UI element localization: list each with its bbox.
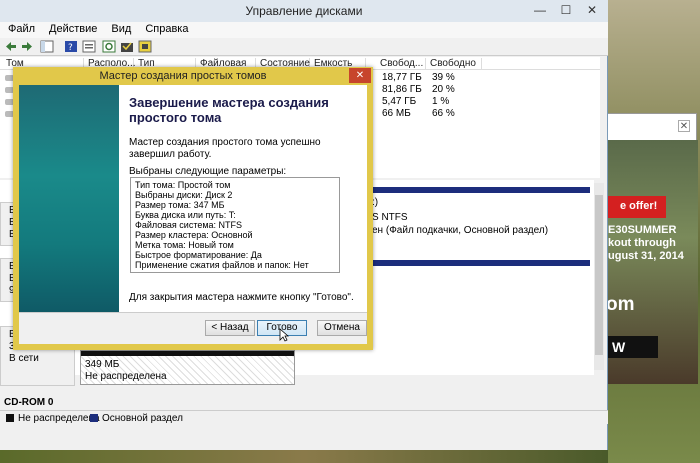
legend-label: Основной раздел (102, 413, 183, 424)
titlebar: Управление дисками — ☐ ✕ (0, 0, 608, 22)
partition-bar (368, 187, 590, 193)
wizard-success-text: Мастер создания простого тома успешно за… (129, 137, 321, 160)
ad-code-line: kout through (608, 237, 676, 249)
cancel-button[interactable]: Отмена (317, 320, 367, 336)
column-header-free[interactable]: Свобод... (380, 58, 426, 70)
unallocated-size: 349 МБ (85, 359, 120, 370)
wizard-finish-text: Для закрытия мастера нажмите кнопку "Гот… (129, 292, 354, 303)
free-cell: 66 МБ (382, 108, 411, 119)
close-button[interactable]: ✕ (580, 0, 604, 20)
settings-icon[interactable] (138, 40, 152, 53)
wizard-side-banner (19, 85, 119, 312)
disk-status: В сети (9, 353, 39, 364)
ad-domain: om (606, 294, 635, 315)
partition-text: S NTFS (372, 212, 408, 223)
ad-button[interactable]: W (606, 336, 658, 358)
free-percent-cell: 20 % (432, 84, 455, 95)
properties-icon[interactable] (82, 40, 96, 53)
free-cell: 81,86 ГБ (382, 84, 422, 95)
minimize-button[interactable]: — (528, 0, 552, 20)
ad-code-line: ugust 31, 2014 (608, 250, 684, 262)
free-percent-cell: 66 % (432, 108, 455, 119)
menu-item-help[interactable]: Справка (137, 22, 194, 35)
back-button[interactable]: < Назад (205, 320, 255, 336)
unallocated-region[interactable]: 349 МБ Не распределена (80, 350, 295, 385)
toolbar: ? (0, 38, 608, 56)
unallocated-label: Не распределена (85, 371, 167, 382)
maximize-button[interactable]: ☐ (554, 0, 578, 20)
ad-close-icon[interactable]: ✕ (678, 120, 690, 132)
free-percent-cell: 39 % (432, 72, 455, 83)
taskbar-strip (0, 450, 608, 463)
scrollbar-thumb[interactable] (595, 195, 603, 355)
forward-arrow-icon[interactable] (20, 40, 34, 53)
help-icon[interactable]: ? (64, 40, 78, 53)
console-tree-icon[interactable] (40, 40, 54, 53)
vertical-scrollbar[interactable] (594, 183, 604, 370)
legend-swatch-unallocated (6, 414, 14, 422)
free-cell: 18,77 ГБ (382, 72, 422, 83)
free-cell: 5,47 ГБ (382, 96, 417, 107)
param-line: Тип тома: Простой том (135, 180, 231, 190)
legend-label: Не распределена (18, 413, 100, 424)
window-title: Управление дисками (245, 4, 363, 18)
menu-bar: Файл Действие Вид Справка (0, 22, 608, 38)
wizard-params-label: Выбраны следующие параметры: (129, 166, 287, 177)
ad-code-line: E30SUMMER (608, 224, 677, 236)
legend-swatch-primary (90, 414, 98, 422)
param-line: Применение сжатия файлов и папок: Нет (135, 260, 309, 270)
new-simple-volume-wizard: Мастер создания простых томов ✕ Завершен… (13, 67, 373, 350)
column-header-free-percent[interactable]: Свободно % (430, 58, 482, 80)
param-line: Размер кластера: Основной (135, 230, 253, 240)
partition-text: ен (Файл подкачки, Основной раздел) (372, 225, 549, 236)
param-line: Выбраны диски: Диск 2 (135, 190, 233, 200)
check-disk-icon[interactable] (120, 40, 134, 53)
free-percent-cell: 1 % (432, 96, 450, 107)
cdrom-label[interactable]: CD-ROM 0 (4, 397, 53, 408)
partition-bar (368, 260, 590, 266)
unallocated-bar (81, 351, 294, 356)
wizard-titlebar: Мастер создания простых томов ✕ (13, 67, 373, 85)
wizard-separator (19, 312, 367, 313)
param-line: Быстрое форматирование: Да (135, 250, 262, 260)
svg-text:?: ? (68, 43, 73, 53)
ad-panel[interactable]: ✕ e offer! E30SUMMER kout through ugust … (605, 113, 698, 384)
param-line: Метка тома: Новый том (135, 240, 234, 250)
param-line: Файловая система: NTFS (135, 220, 243, 230)
mouse-pointer-icon (279, 328, 289, 342)
wizard-close-icon[interactable]: ✕ (349, 68, 371, 83)
wizard-heading: Завершение мастера создания простого том… (129, 95, 329, 125)
wizard-content: Завершение мастера создания простого том… (119, 85, 367, 312)
param-line: Размер тома: 347 МБ (135, 200, 225, 210)
param-line: Буква диска или путь: T: (135, 210, 236, 220)
refresh-icon[interactable] (102, 40, 116, 53)
menu-item-action[interactable]: Действие (41, 22, 103, 35)
ad-code-text: E30SUMMER kout through ugust 31, 2014 (606, 224, 684, 263)
back-arrow-icon[interactable] (4, 40, 18, 53)
menu-item-view[interactable]: Вид (103, 22, 137, 35)
menu-item-file[interactable]: Файл (0, 22, 41, 35)
wizard-params-box[interactable]: Тип тома: Простой том Выбраны диски: Дис… (130, 177, 340, 273)
wizard-title: Мастер создания простых томов (99, 70, 267, 82)
legend-bar: Не распределена Основной раздел (0, 410, 608, 424)
ad-offer-badge: e offer! (606, 196, 666, 218)
